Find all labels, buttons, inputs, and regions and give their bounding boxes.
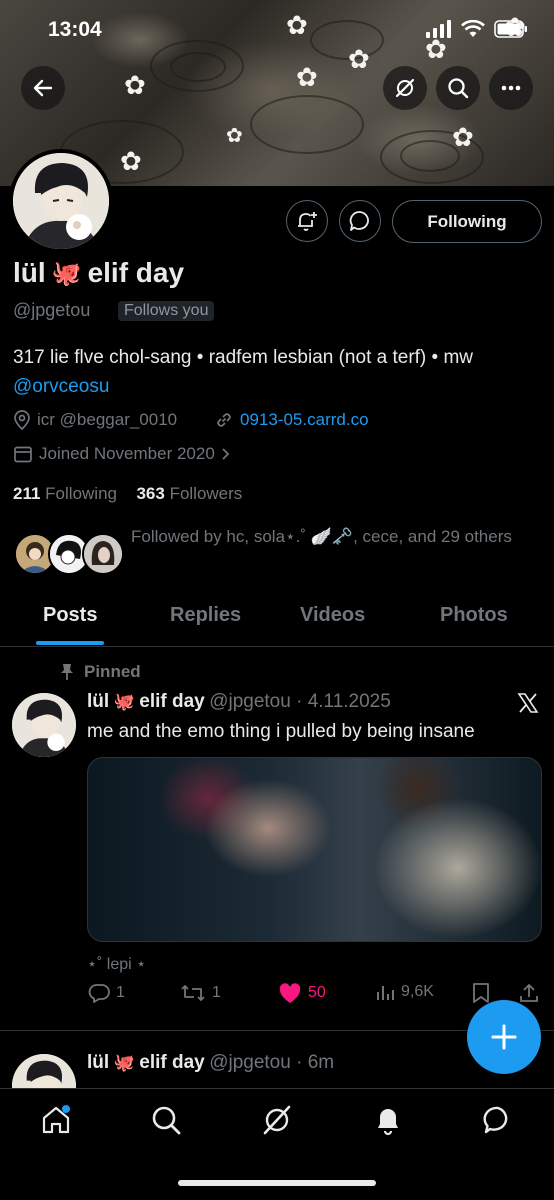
tab-photos[interactable]: Photos	[440, 604, 508, 627]
post-avatar[interactable]	[12, 693, 76, 757]
joined-row[interactable]: Joined November 2020	[13, 444, 231, 464]
display-name-last: elif day	[87, 257, 185, 288]
share-icon	[520, 984, 538, 1002]
reply-icon	[88, 984, 110, 1003]
tabs-divider	[0, 646, 554, 647]
pin-icon	[61, 664, 73, 680]
post-author-name-rest[interactable]: elif day	[139, 691, 204, 712]
message-button[interactable]	[339, 200, 381, 242]
grok-icon[interactable]	[261, 1104, 293, 1136]
messages-icon[interactable]	[482, 1104, 514, 1136]
heart-icon	[279, 983, 301, 1003]
status-time: 13:04	[48, 18, 102, 41]
grok-button[interactable]	[383, 66, 427, 110]
message-icon	[349, 211, 369, 231]
bell-icon[interactable]	[372, 1104, 404, 1136]
battery-icon	[494, 20, 527, 38]
display-name: lül 🐙 elif day	[13, 257, 184, 289]
octopus-emoji: 🐙	[113, 1053, 135, 1072]
status-icons	[426, 20, 528, 38]
following-label: Following	[45, 484, 117, 503]
following-stat[interactable]: 211 Following	[13, 484, 117, 503]
post-header: lül 🐙 elif day @jpgetou · 4.11.2025	[87, 691, 391, 713]
tab-posts[interactable]: Posts	[43, 604, 97, 627]
more-button[interactable]	[489, 66, 533, 110]
follows-you-badge: Follows you	[118, 301, 215, 321]
bell-plus-icon	[298, 212, 317, 231]
post-header: lül 🐙 elif day @jpgetou · 6m	[87, 1052, 334, 1074]
website-row[interactable]: 0913-05.carrd.co	[214, 410, 369, 430]
search-icon	[448, 78, 469, 99]
followed-by-avatars[interactable]	[14, 533, 124, 577]
location-text: icr @beggar_0010	[37, 410, 178, 429]
repost-action[interactable]: 1	[180, 982, 221, 1004]
pinned-label-row: Pinned	[60, 662, 141, 682]
followed-by-text[interactable]: Followed by hc, sola⋆.˚ 🪽🗝️, cece, and 2…	[131, 522, 531, 552]
plus-icon	[491, 1024, 517, 1050]
like-action[interactable]: 50	[278, 982, 326, 1004]
octopus-emoji: 🐙	[113, 692, 135, 711]
arrow-left-icon	[33, 79, 53, 97]
home-icon[interactable]	[40, 1104, 72, 1136]
reply-action[interactable]: 1	[88, 982, 125, 1004]
more-icon	[501, 85, 521, 91]
avatar	[82, 533, 124, 575]
tab-replies[interactable]: Replies	[170, 604, 241, 627]
following-button[interactable]: Following	[392, 200, 542, 243]
bio-mention-link[interactable]: @orvceosu	[13, 376, 109, 397]
bookmark-icon	[473, 983, 489, 1003]
location-icon	[14, 410, 30, 430]
display-name-first: lül	[13, 257, 46, 288]
post-author-name-rest[interactable]: elif day	[139, 1052, 204, 1073]
x-logo-icon	[517, 693, 539, 713]
tab-videos[interactable]: Videos	[300, 604, 365, 627]
search-icon[interactable]	[150, 1104, 182, 1136]
reply-count: 1	[116, 984, 125, 1001]
post-author-name[interactable]: lül	[87, 1052, 109, 1073]
repost-count: 1	[212, 984, 221, 1001]
website-link[interactable]: 0913-05.carrd.co	[240, 410, 369, 430]
post-handle-time: @jpgetou · 6m	[209, 1052, 335, 1073]
bio-text: 317 lie flve chol-sang • radfem lesbian …	[13, 347, 474, 368]
link-icon	[217, 413, 231, 427]
handle: @jpgetou	[13, 300, 91, 320]
views-icon	[377, 986, 394, 1000]
post-handle-time: @jpgetou · 4.11.2025	[209, 691, 391, 712]
like-count: 50	[308, 984, 326, 1001]
notify-button[interactable]	[286, 200, 328, 242]
joined-text: Joined November 2020	[39, 444, 215, 463]
compose-button[interactable]	[467, 1000, 541, 1074]
followers-count: 363	[136, 484, 165, 503]
active-tab-indicator	[36, 641, 104, 645]
profile-avatar[interactable]	[9, 149, 113, 253]
octopus-emoji: 🐙	[51, 259, 82, 287]
share-action[interactable]	[518, 982, 540, 1004]
post-media-image[interactable]	[87, 757, 542, 942]
calendar-icon	[14, 446, 32, 463]
following-count: 211	[13, 484, 41, 503]
search-button[interactable]	[436, 66, 480, 110]
wifi-icon	[461, 20, 485, 37]
signal-icon	[426, 20, 451, 38]
repost-icon	[181, 985, 205, 1001]
post-author-name[interactable]: lül	[87, 691, 109, 712]
location-row: icr @beggar_0010	[13, 410, 177, 430]
pinned-label: Pinned	[84, 662, 141, 681]
home-indicator	[178, 1180, 376, 1186]
post-text: me and the emo thing i pulled by being i…	[87, 721, 475, 742]
views-count: 9,6K	[401, 983, 434, 1000]
back-button[interactable]	[21, 66, 65, 110]
chevron-right-icon	[222, 448, 230, 460]
bookmark-action[interactable]	[471, 982, 491, 1004]
bio: 317 lie flve chol-sang • radfem lesbian …	[13, 343, 533, 401]
media-caption[interactable]: ⋆˚ lepi ⋆	[87, 954, 146, 974]
followers-stat[interactable]: 363 Followers	[136, 484, 242, 503]
grok-icon	[395, 78, 415, 98]
followers-label: Followers	[169, 484, 243, 503]
follow-stats: 211 Following 363 Followers	[13, 484, 242, 504]
views-action[interactable]: 9,6K	[375, 982, 434, 1002]
